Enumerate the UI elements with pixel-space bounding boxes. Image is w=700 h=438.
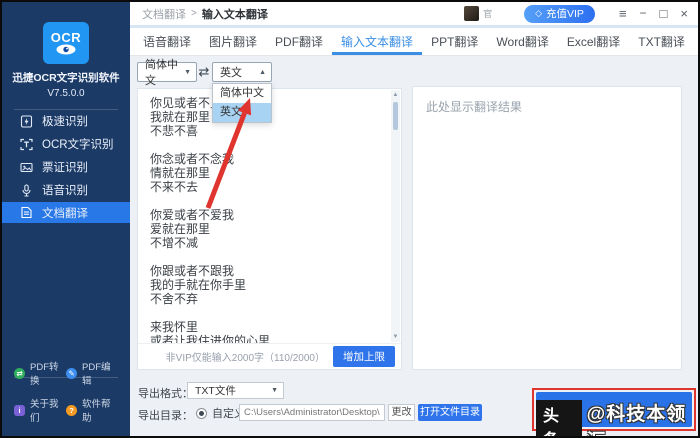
maximize-icon[interactable]: □ <box>660 7 668 20</box>
footer-link-about-us[interactable]: i 关于我们 <box>14 396 66 424</box>
language-dropdown-menu: 简体中文 英文 <box>212 83 272 123</box>
sidebar-footer: ⇄ PDF转换 ✎ PDF编辑 i 关于我们 ? 软件帮助 <box>2 359 130 424</box>
watermark-badge: 头条 <box>536 399 582 436</box>
footer-link-label: 软件帮助 <box>82 399 111 424</box>
tab-pdf-translate[interactable]: PDF翻译 <box>266 28 332 55</box>
tab-image-translate[interactable]: 图片翻译 <box>200 28 266 55</box>
sidebar-item-label: 文档翻译 <box>42 207 88 220</box>
user-avatar[interactable] <box>464 6 480 21</box>
dropdown-option-english[interactable]: 英文 <box>213 103 271 122</box>
sidebar-item-label: 票证识别 <box>42 162 88 174</box>
export-format-label: 导出格式： <box>138 388 193 400</box>
sidebar-item-label: OCR文字识别 <box>42 139 114 151</box>
tab-excel-translate[interactable]: Excel翻译 <box>558 28 629 55</box>
footer-link-label: PDF转换 <box>30 362 59 387</box>
recharge-vip-button[interactable]: ◇ 充值VIP <box>524 4 595 23</box>
content-area: 简体中文 ▼ ⇄ 英文 ▲ 简体中文 英文 你见或者不见我 我就在那里 不悲不喜… <box>130 56 698 436</box>
menu-icon[interactable]: ≡ <box>619 7 627 20</box>
tab-ppt-translate[interactable]: PPT翻译 <box>422 28 487 55</box>
app-version: V7.5.0.0 <box>47 88 85 99</box>
app-name: 迅捷OCR文字识别软件 <box>12 72 120 84</box>
about-us-icon: i <box>14 404 25 416</box>
chevron-down-icon: ▼ <box>271 387 278 394</box>
help-icon: ? <box>66 404 77 416</box>
microphone-icon <box>20 183 33 197</box>
chevron-up-icon: ▲ <box>259 68 266 76</box>
footer-link-pdf-edit[interactable]: ✎ PDF编辑 <box>66 359 118 387</box>
lightning-doc-icon <box>20 114 33 128</box>
target-language-value: 英文 <box>220 67 242 79</box>
custom-dir-radio-group[interactable]: 自定义 <box>196 405 245 421</box>
tab-word-translate[interactable]: Word翻译 <box>487 28 557 55</box>
scroll-up-icon[interactable]: ▲ <box>391 92 400 98</box>
result-placeholder: 此处显示翻译结果 <box>426 100 523 114</box>
tab-voice-translate[interactable]: 语音翻译 <box>134 28 200 55</box>
scrollbar[interactable]: ▲ ▼ <box>391 90 400 342</box>
dropdown-option-simplified-chinese[interactable]: 简体中文 <box>213 84 271 103</box>
window-controls: ≡ − □ × <box>619 7 688 21</box>
sidebar-item-document-translate[interactable]: 文档翻译 <box>2 202 130 223</box>
tab-txt-translate[interactable]: TXT翻译 <box>629 28 694 55</box>
sidebar-item-ticket-recognition[interactable]: 票证识别 <box>2 156 130 178</box>
source-language-dropdown[interactable]: 简体中文 ▼ <box>137 59 197 87</box>
watermark-handle: @科技本领汇 <box>586 404 687 436</box>
footer-link-label: PDF编辑 <box>82 362 111 387</box>
input-text-panel: 你见或者不见我 我就在那里 不悲不喜 你念或者不念我 情就在那里 不来不去 你爱… <box>137 88 402 370</box>
open-file-dir-button[interactable]: 打开文件目录 <box>418 404 482 421</box>
ticket-icon <box>20 161 33 174</box>
char-limit-bar: 非VIP仅能输入2000字（110/2000） 增加上限 <box>138 343 401 369</box>
export-format-value: TXT文件 <box>195 385 236 397</box>
footer-link-label: 关于我们 <box>30 399 59 424</box>
close-icon[interactable]: × <box>680 7 688 20</box>
sidebar-item-label: 语音识别 <box>42 185 88 197</box>
watermark: 头条 @科技本领汇 <box>536 399 698 436</box>
eye-icon <box>56 44 76 55</box>
minimize-icon[interactable]: − <box>640 7 647 20</box>
ocr-logo: OCR <box>43 22 89 64</box>
source-language-value: 简体中文 <box>145 59 178 87</box>
document-translate-icon <box>20 206 33 219</box>
export-dir-input[interactable] <box>239 404 385 421</box>
app-window: OCR 迅捷OCR文字识别软件 V7.5.0.0 极速识别 OCR文字识别 票证… <box>0 0 700 438</box>
chevron-down-icon: ▼ <box>184 68 191 76</box>
scrollbar-thumb[interactable] <box>393 102 398 130</box>
breadcrumb-current: 输入文本翻译 <box>201 8 268 21</box>
export-format-dropdown[interactable]: TXT文件 ▼ <box>187 382 284 399</box>
input-textarea[interactable]: 你见或者不见我 我就在那里 不悲不喜 你念或者不念我 情就在那里 不来不去 你爱… <box>138 89 391 343</box>
pdf-convert-icon: ⇄ <box>14 367 25 379</box>
translate-tabs: 语音翻译 图片翻译 PDF翻译 输入文本翻译 PPT翻译 Word翻译 Exce… <box>130 28 698 56</box>
sidebar: OCR 迅捷OCR文字识别软件 V7.5.0.0 极速识别 OCR文字识别 票证… <box>2 2 130 436</box>
sidebar-item-ocr-text-recognition[interactable]: OCR文字识别 <box>2 133 130 155</box>
titlebar-right: 官 ◇ 充值VIP ≡ − □ × <box>464 4 688 23</box>
scroll-down-icon[interactable]: ▼ <box>391 334 400 340</box>
main-area: 文档翻译 > 输入文本翻译 官 ◇ 充值VIP ≡ − □ × 语音翻译 图片翻… <box>130 2 698 436</box>
sidebar-item-label: 极速识别 <box>42 116 88 128</box>
increase-limit-button[interactable]: 增加上限 <box>333 346 395 367</box>
export-dir-label: 导出目录： <box>138 410 193 422</box>
pdf-edit-icon: ✎ <box>66 367 77 379</box>
footer-link-software-help[interactable]: ? 软件帮助 <box>66 396 118 424</box>
footer-link-pdf-convert[interactable]: ⇄ PDF转换 <box>14 359 66 387</box>
char-limit-notice: 非VIP仅能输入2000字（110/2000） <box>165 353 325 364</box>
breadcrumb-parent[interactable]: 文档翻译 <box>142 6 186 22</box>
radio-selected-icon[interactable] <box>196 407 207 419</box>
tab-input-text-translate[interactable]: 输入文本翻译 <box>332 28 423 55</box>
target-language-dropdown[interactable]: 英文 ▲ <box>212 62 272 82</box>
translation-result-panel[interactable]: 此处显示翻译结果 <box>412 86 682 370</box>
sidebar-item-voice-recognition[interactable]: 语音识别 <box>2 179 130 201</box>
change-dir-button[interactable]: 更改 <box>388 404 415 421</box>
username-label: 官 <box>483 9 493 19</box>
swap-languages-icon[interactable]: ⇄ <box>197 64 211 80</box>
sidebar-item-fast-recognition[interactable]: 极速识别 <box>2 110 130 132</box>
logo-text: OCR <box>50 30 82 45</box>
breadcrumb-separator: > <box>191 8 197 19</box>
ocr-brackets-icon <box>20 138 33 151</box>
sidebar-menu: 极速识别 OCR文字识别 票证识别 语音识别 文档翻译 <box>2 110 130 223</box>
vip-button-label: 充值VIP <box>546 8 584 20</box>
title-bar: 文档翻译 > 输入文本翻译 官 ◇ 充值VIP ≡ − □ × <box>130 2 698 28</box>
diamond-icon: ◇ <box>535 8 542 18</box>
